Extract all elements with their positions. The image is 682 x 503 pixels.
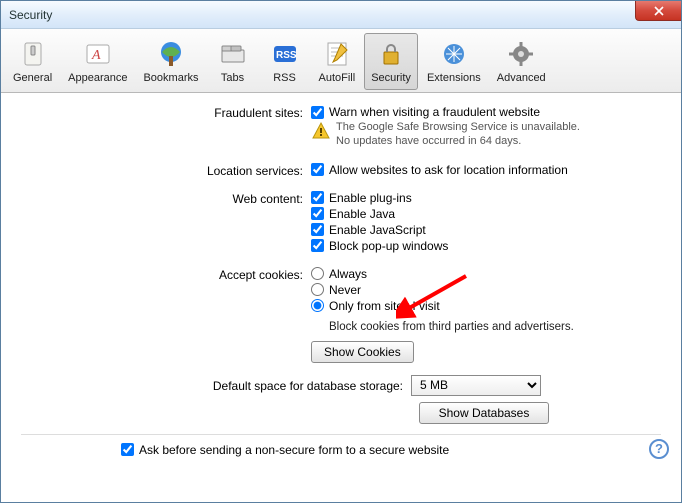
cookies-always-line[interactable]: Always <box>311 267 661 281</box>
rss-icon: RSS <box>269 38 301 70</box>
switch-icon <box>17 38 49 70</box>
cookies-never-line[interactable]: Never <box>311 283 661 297</box>
close-button[interactable] <box>635 1 681 21</box>
cookies-subtext: Block cookies from third parties and adv… <box>329 321 661 333</box>
block-popups-text: Block pop-up windows <box>329 239 448 253</box>
cookies-row: Accept cookies: Always Never Only from s… <box>21 267 661 363</box>
nonsecure-checkbox[interactable] <box>121 443 134 456</box>
tabs-icon <box>217 38 249 70</box>
database-button-row: Show Databases <box>21 402 661 424</box>
enable-plugins-line[interactable]: Enable plug-ins <box>311 191 661 205</box>
enable-javascript-line[interactable]: Enable JavaScript <box>311 223 661 237</box>
location-row: Location services: Allow websites to ask… <box>21 163 661 179</box>
location-checkbox[interactable] <box>311 163 324 176</box>
toolbar-autofill[interactable]: AutoFill <box>312 33 363 90</box>
enable-java-text: Enable Java <box>329 207 395 221</box>
nonsecure-text: Ask before sending a non-secure form to … <box>139 443 449 457</box>
toolbar-label: General <box>13 72 52 84</box>
fraud-checkbox[interactable] <box>311 106 324 119</box>
enable-plugins-text: Enable plug-ins <box>329 191 412 205</box>
preferences-toolbar: General A Appearance Bookmarks Tabs RSS … <box>1 29 681 93</box>
toolbar-label: AutoFill <box>319 72 356 84</box>
toolbar-tabs[interactable]: Tabs <box>208 33 258 90</box>
cookies-never-radio[interactable] <box>311 283 324 296</box>
webcontent-label: Web content: <box>21 191 311 206</box>
toolbar-extensions[interactable]: Extensions <box>420 33 488 90</box>
cookies-label: Accept cookies: <box>21 267 311 282</box>
extensions-icon <box>438 38 470 70</box>
enable-javascript-text: Enable JavaScript <box>329 223 426 237</box>
fraud-warning-line2: No updates have occurred in 64 days. <box>336 135 580 149</box>
toolbar-bookmarks[interactable]: Bookmarks <box>136 33 205 90</box>
database-label: Default space for database storage: <box>21 378 411 393</box>
block-popups-checkbox[interactable] <box>311 239 324 252</box>
gear-icon <box>505 38 537 70</box>
toolbar-label: Appearance <box>68 72 127 84</box>
block-popups-line[interactable]: Block pop-up windows <box>311 239 661 253</box>
warning-icon <box>311 121 331 141</box>
fraud-warning-line1: The Google Safe Browsing Service is unav… <box>336 121 580 135</box>
divider <box>21 434 661 435</box>
database-size-select[interactable]: 5 MB <box>411 375 541 396</box>
appearance-icon: A <box>82 38 114 70</box>
toolbar-appearance[interactable]: A Appearance <box>61 33 134 90</box>
database-row: Default space for database storage: 5 MB <box>21 375 661 396</box>
close-icon <box>654 6 664 16</box>
help-icon[interactable]: ? <box>649 439 669 459</box>
svg-text:RSS: RSS <box>276 50 297 61</box>
webcontent-row: Web content: Enable plug-ins Enable Java… <box>21 191 661 255</box>
toolbar-security[interactable]: Security <box>364 33 418 90</box>
nonsecure-line[interactable]: Ask before sending a non-secure form to … <box>121 443 661 457</box>
toolbar-rss[interactable]: RSS RSS <box>260 33 310 90</box>
fraud-warning: The Google Safe Browsing Service is unav… <box>311 121 661 149</box>
enable-java-checkbox[interactable] <box>311 207 324 220</box>
toolbar-general[interactable]: General <box>6 33 59 90</box>
autofill-icon <box>321 38 353 70</box>
bookmarks-icon <box>155 38 187 70</box>
enable-java-line[interactable]: Enable Java <box>311 207 661 221</box>
window-title: Security <box>9 8 52 22</box>
toolbar-label: Security <box>371 72 411 84</box>
show-cookies-button[interactable]: Show Cookies <box>311 341 414 363</box>
enable-javascript-checkbox[interactable] <box>311 223 324 236</box>
fraud-checkbox-text: Warn when visiting a fraudulent website <box>329 105 540 119</box>
fraud-label: Fraudulent sites: <box>21 105 311 120</box>
cookies-onlysites-radio[interactable] <box>311 299 324 312</box>
cookies-always-text: Always <box>329 267 367 281</box>
show-databases-button[interactable]: Show Databases <box>419 402 549 424</box>
cookies-never-text: Never <box>329 283 361 297</box>
location-label: Location services: <box>21 163 311 178</box>
toolbar-label: Bookmarks <box>143 72 198 84</box>
lock-icon <box>375 38 407 70</box>
titlebar: Security <box>1 1 681 29</box>
toolbar-label: RSS <box>273 72 296 84</box>
cookies-onlysites-text: Only from sites I visit <box>329 299 440 313</box>
security-panel: Fraudulent sites: Warn when visiting a f… <box>1 93 681 469</box>
cookies-always-radio[interactable] <box>311 267 324 280</box>
location-checkbox-text: Allow websites to ask for location infor… <box>329 163 568 177</box>
location-checkbox-line[interactable]: Allow websites to ask for location infor… <box>311 163 661 177</box>
fraud-row: Fraudulent sites: Warn when visiting a f… <box>21 105 661 159</box>
toolbar-label: Extensions <box>427 72 481 84</box>
cookies-onlysites-line[interactable]: Only from sites I visit <box>311 299 661 313</box>
fraud-checkbox-line[interactable]: Warn when visiting a fraudulent website <box>311 105 661 119</box>
enable-plugins-checkbox[interactable] <box>311 191 324 204</box>
svg-text:A: A <box>91 48 101 63</box>
toolbar-advanced[interactable]: Advanced <box>490 33 553 90</box>
toolbar-label: Tabs <box>221 72 244 84</box>
toolbar-label: Advanced <box>497 72 546 84</box>
